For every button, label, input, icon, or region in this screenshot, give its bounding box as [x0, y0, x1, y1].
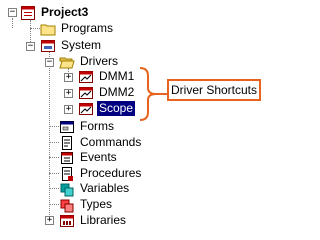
tree-node-types[interactable]: Types	[59, 196, 114, 213]
tree-guide-line	[49, 142, 59, 143]
tree-node-label: DMM1	[99, 69, 135, 83]
tree-node-label: Libraries	[80, 213, 127, 227]
types-icon	[59, 197, 75, 213]
tree-node-label: Programs	[61, 21, 114, 35]
tree-guide-line	[49, 173, 59, 174]
variables-icon	[59, 181, 75, 197]
tree-node-label: System	[61, 38, 102, 52]
tree-node-dmm2[interactable]: DMM2	[78, 84, 136, 101]
callout-bracket	[139, 67, 167, 121]
tree-node-events[interactable]: Events	[59, 149, 119, 166]
tree-node-label: Variables	[80, 181, 130, 195]
expand-toggle-dmm1[interactable]: +	[64, 73, 73, 82]
tree-node-label: Commands	[80, 135, 142, 149]
tree-node-label: Drivers	[80, 54, 118, 68]
tree-node-label: DMM2	[99, 85, 135, 99]
expand-toggle-libraries[interactable]: +	[45, 216, 54, 225]
folder-open-icon	[59, 54, 75, 70]
tree-node-label: Events	[80, 150, 117, 164]
tree-node-label: Forms	[80, 119, 114, 133]
tree-guide-line	[12, 18, 13, 28]
tree-node-forms[interactable]: Forms	[59, 118, 116, 135]
tree-node-libraries[interactable]: Libraries	[59, 212, 128, 229]
collapse-toggle-system[interactable]: −	[26, 42, 35, 51]
driver-icon	[78, 69, 94, 85]
tree-guide-line	[30, 28, 40, 29]
tree-guide-line	[49, 126, 59, 127]
tree-node-label: Project3	[41, 5, 89, 19]
tree-node-scope[interactable]: Scope	[78, 100, 136, 117]
tree-node-label: Scope	[97, 101, 136, 116]
system-icon	[40, 38, 56, 54]
project-tree: − Project3 Programs − System − Drivers +…	[0, 0, 275, 236]
tree-guide-line	[49, 188, 59, 189]
tree-node-variables[interactable]: Variables	[59, 180, 131, 197]
tree-node-label: Procedures	[80, 166, 142, 180]
collapse-toggle-drivers[interactable]: −	[45, 58, 54, 67]
expand-toggle-dmm2[interactable]: +	[64, 89, 73, 98]
tree-node-label: Types	[80, 197, 113, 211]
collapse-toggle-project3[interactable]: −	[8, 8, 17, 17]
tree-guide-line	[49, 157, 59, 158]
tree-node-dmm1[interactable]: DMM1	[78, 68, 136, 85]
libraries-icon	[59, 213, 75, 229]
tree-node-system[interactable]: System	[40, 37, 103, 54]
expand-toggle-scope[interactable]: +	[64, 105, 73, 114]
driver-icon	[78, 101, 94, 117]
callout-label: Driver Shortcuts	[167, 79, 261, 101]
forms-icon	[59, 119, 75, 135]
events-icon	[59, 150, 75, 166]
tree-guide-line	[49, 51, 50, 219]
tree-node-project3[interactable]: Project3	[20, 4, 90, 21]
tree-node-programs[interactable]: Programs	[40, 20, 115, 37]
driver-icon	[78, 85, 94, 101]
tree-guide-line	[49, 204, 59, 205]
folder-icon	[40, 21, 56, 37]
project-icon	[20, 5, 36, 21]
